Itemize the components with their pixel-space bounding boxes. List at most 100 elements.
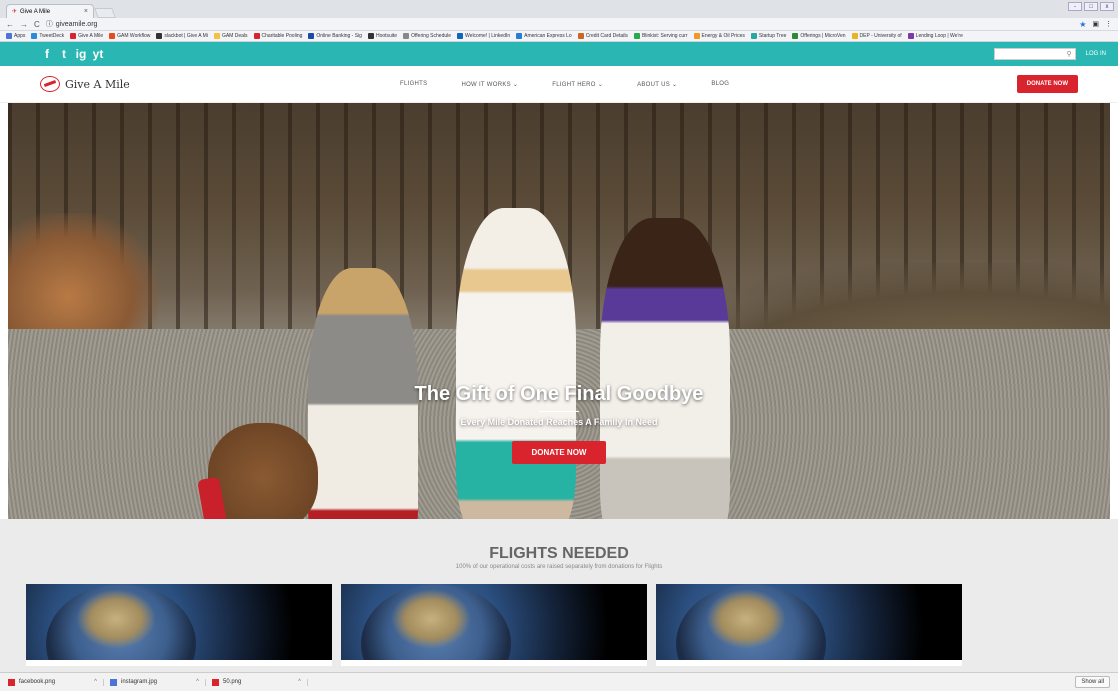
bookmark-icon [792, 33, 799, 39]
twitter-icon[interactable]: t [57, 47, 71, 61]
bookmark-item[interactable]: Energy & Oil Prices [693, 33, 745, 39]
facebook-icon[interactable]: f [40, 47, 54, 61]
hero-child-middle [456, 208, 576, 519]
bookmark-item[interactable]: TweetDeck [31, 33, 64, 39]
forward-button[interactable]: → [20, 20, 28, 29]
flight-card[interactable] [341, 584, 647, 666]
nav-item-about-us[interactable]: ABOUT US ⌄ [637, 81, 677, 88]
bookmark-icon [308, 33, 315, 39]
minimize-button[interactable]: - [1068, 2, 1082, 11]
topbar-right: ⚲ LOG IN [993, 48, 1112, 60]
login-link[interactable]: LOG IN [1080, 51, 1112, 57]
bookmark-item[interactable]: American Express Lo [516, 33, 572, 39]
back-button[interactable]: ← [6, 20, 14, 29]
hero-title: The Gift of One Final Goodbye [414, 383, 704, 405]
bookmark-icon [693, 33, 700, 39]
bookmark-icon [403, 33, 410, 39]
maximize-button[interactable]: □ [1084, 2, 1098, 11]
section-subtitle: 100% of our operational costs are raised… [455, 564, 663, 570]
bookmark-icon [213, 33, 220, 39]
bookmark-icon [457, 33, 464, 39]
bookmark-icon [367, 33, 374, 39]
bookmark-icon [253, 33, 260, 39]
bookmark-icon [851, 33, 858, 39]
bookmark-item[interactable]: Startup Tree [750, 33, 786, 39]
menu-icon[interactable]: ⋮ [1105, 20, 1112, 28]
chevron-up-icon[interactable]: ^ [298, 679, 301, 685]
tab-title: Give A Mile [20, 8, 51, 15]
nav-item-how-it-works[interactable]: HOW IT WORKS ⌄ [461, 81, 518, 88]
file-icon [212, 678, 219, 686]
window-controls: - □ x [1068, 2, 1114, 11]
bookmark-item[interactable]: Offering Schedule [403, 33, 451, 39]
bookmark-item[interactable]: Lending Loop | We're [907, 33, 963, 39]
plane-heart-icon [40, 76, 60, 92]
bookmark-item[interactable]: slackbot | Give A Mi [156, 33, 208, 39]
flight-cards [26, 584, 962, 666]
close-tab-icon[interactable]: × [84, 8, 88, 15]
bookmark-icon [6, 33, 12, 39]
address-bar: ← → C ⓘ giveamile.org ★ ▣ ⋮ [0, 18, 1118, 31]
bookmark-item[interactable]: Give A Mile [70, 33, 103, 39]
bookmark-icon [516, 33, 523, 39]
hero-child-right [600, 218, 730, 519]
browser-tab[interactable]: ✈ Give A Mile × [6, 4, 94, 18]
bookmark-item[interactable]: Blinkist: Serving curr [633, 33, 688, 39]
flights-needed-section: FLIGHTS NEEDED 100% of our operational c… [0, 519, 1118, 674]
bookmark-star-icon[interactable]: ★ [1079, 20, 1086, 29]
extension-icon[interactable]: ▣ [1092, 20, 1099, 28]
donate-now-button[interactable]: DONATE NOW [1016, 75, 1078, 93]
youtube-icon[interactable]: yt [91, 47, 105, 61]
file-icon [8, 678, 15, 686]
bookmark-item[interactable]: Offerings | MicroVen [792, 33, 846, 39]
chevron-up-icon[interactable]: ^ [94, 679, 97, 685]
nav-item-flights[interactable]: FLIGHTS [400, 81, 427, 88]
chevron-up-icon[interactable]: ^ [196, 679, 199, 685]
bookmarks-bar: Apps TweetDeck Give A Mile GAM Workflow … [0, 31, 1118, 42]
bookmark-icon [750, 33, 757, 39]
nav-menu: FLIGHTS HOW IT WORKS ⌄ FLIGHT HERO ⌄ ABO… [400, 81, 729, 88]
bookmark-item[interactable]: Hootsuite [367, 33, 397, 39]
site-logo[interactable]: Give A Mile [40, 76, 380, 92]
download-item[interactable]: instagram.jpg ^ [110, 678, 206, 686]
info-icon: ⓘ [45, 21, 53, 28]
bookmark-icon [156, 33, 163, 39]
flight-card[interactable] [26, 584, 332, 666]
search-icon[interactable]: ⚲ [1067, 50, 1072, 58]
bookmark-icon [31, 33, 38, 39]
bookmark-icon [577, 33, 584, 39]
hero-subtitle: Every Mile Donated Reaches A Family In N… [460, 417, 658, 427]
bookmark-item[interactable]: Credit Card Details [577, 33, 628, 39]
bookmark-icon [633, 33, 640, 39]
close-window-button[interactable]: x [1100, 2, 1114, 11]
browser-tabstrip: ✈ Give A Mile × - □ x [0, 0, 1118, 18]
site-topbar: f t ig yt ⚲ LOG IN [0, 42, 1118, 66]
hero-divider [539, 411, 579, 412]
bookmark-item[interactable]: Welcome! | LinkedIn [457, 33, 510, 39]
hero-donate-button[interactable]: DONATE NOW [511, 441, 607, 464]
bookmark-icon [907, 33, 914, 39]
nav-item-blog[interactable]: BLOG [711, 81, 729, 88]
bookmark-item[interactable]: GAM Deals [213, 33, 248, 39]
show-all-button[interactable]: Show all [1075, 676, 1110, 688]
search-input[interactable]: ⚲ [993, 48, 1076, 60]
bookmark-item[interactable]: Online Banking - Sig [308, 33, 362, 39]
bookmark-item[interactable]: Apps [6, 33, 25, 39]
bookmark-item[interactable]: DEP - University of [851, 33, 902, 39]
url-field[interactable]: ⓘ giveamile.org [46, 19, 1073, 29]
new-tab-button[interactable] [94, 8, 116, 18]
download-item[interactable]: facebook.png ^ [8, 678, 104, 686]
nav-item-flight-hero[interactable]: FLIGHT HERO ⌄ [552, 81, 603, 88]
tab-favicon-icon: ✈ [12, 9, 18, 15]
reload-button[interactable]: C [34, 20, 40, 29]
logo-text: Give A Mile [65, 77, 130, 91]
bookmark-item[interactable]: Charitable Pooling [253, 33, 302, 39]
flight-card[interactable] [656, 584, 962, 666]
main-navigation: Give A Mile FLIGHTS HOW IT WORKS ⌄ FLIGH… [0, 66, 1118, 103]
file-icon [110, 678, 117, 686]
bookmark-item[interactable]: GAM Workflow [109, 33, 150, 39]
instagram-icon[interactable]: ig [74, 47, 88, 61]
download-item[interactable]: 50.png ^ [212, 678, 308, 686]
bookmark-icon [109, 33, 116, 39]
earth-image [656, 584, 962, 660]
